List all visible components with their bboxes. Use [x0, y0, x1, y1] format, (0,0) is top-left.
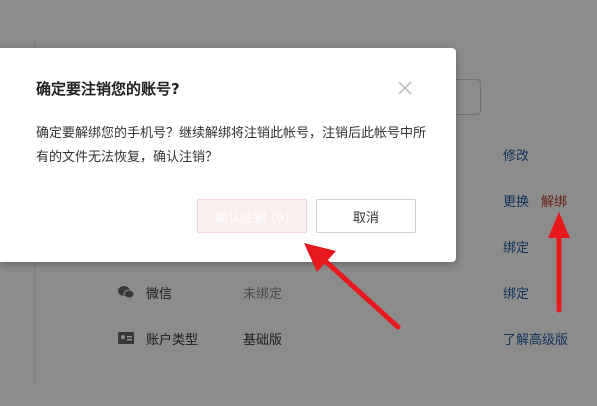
dialog-title: 确定要注销您的账号?	[36, 80, 180, 98]
confirm-deregister-button[interactable]: 确认注销 (9)	[197, 199, 307, 233]
cancel-button[interactable]: 取消	[316, 199, 416, 233]
dialog-message: 确定要解绑您的手机号？继续解绑将注销此帐号，注销后此帐号中所有的文件无法恢复，确…	[36, 126, 427, 165]
deregister-dialog: 确定要注销您的账号? 确定要解绑您的手机号？继续解绑将注销此帐号，注销后此帐号中…	[0, 48, 456, 262]
close-icon[interactable]	[396, 79, 414, 97]
